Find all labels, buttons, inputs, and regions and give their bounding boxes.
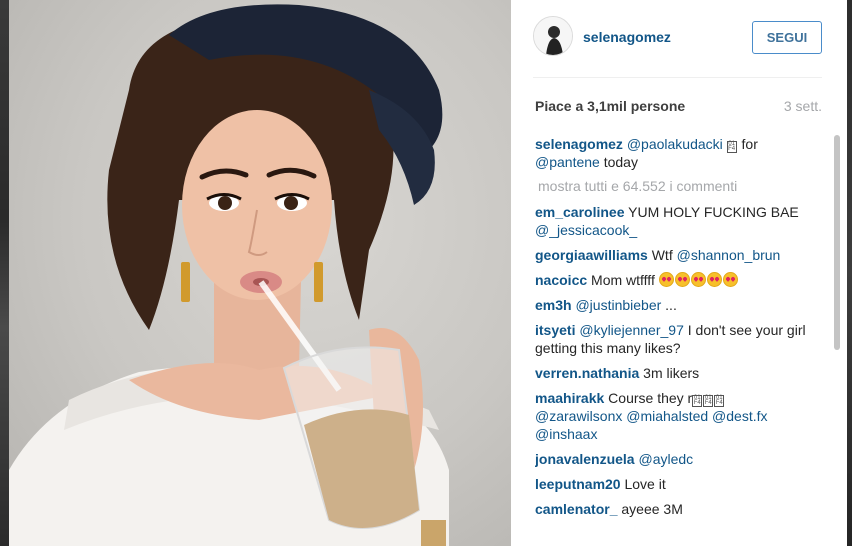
heart-eyes-emoji-icon (674, 272, 690, 287)
comment-username[interactable]: verren.nathania (535, 365, 639, 381)
comment-text: 3m likers (643, 365, 700, 381)
comment-text: Mom wtffff (591, 272, 655, 288)
comment-item: em3h @justinbieber ... (535, 296, 825, 314)
comment-item: georgiaawilliams Wtf @shannon_brun (535, 246, 825, 264)
likes-count[interactable]: Piace a 3,1mil persone (535, 98, 685, 114)
comment-username[interactable]: nacoicc (535, 272, 587, 288)
comment-text: today (603, 154, 638, 170)
avatar-image (534, 17, 572, 55)
comment-username[interactable]: leeputnam20 (535, 476, 621, 492)
comment-username[interactable]: em3h (535, 297, 572, 313)
comment-username[interactable]: jonavalenzuela (535, 451, 635, 467)
comment-username[interactable]: selenagomez (535, 136, 623, 152)
comments-scrollbar[interactable] (832, 130, 841, 546)
comment-text: Wtf (651, 247, 673, 263)
post-timestamp[interactable]: 3 sett. (784, 98, 822, 114)
comment-text: for (741, 136, 758, 152)
comment-mention[interactable]: @shannon_brun (677, 247, 781, 263)
comments-list: selenagomez @paolakudacki 01 F4 for @pant… (535, 135, 825, 546)
comment-item: nacoicc Mom wtffff (535, 271, 825, 289)
comment-mention[interactable]: @inshaax (535, 426, 597, 442)
comment-text: YUM HOLY FUCKING BAE (628, 204, 799, 220)
avatar[interactable] (533, 16, 573, 56)
photo-illustration (9, 4, 449, 546)
comment-text: Love it (624, 476, 666, 492)
comment-text: ... (665, 297, 677, 313)
comment-mention[interactable]: @paolakudacki (627, 136, 723, 152)
comment-mention[interactable]: @zarawilsonx @miahalsted @dest.fx (535, 408, 768, 424)
comment-mention[interactable]: @ayledc (638, 451, 693, 467)
caption: selenagomez @paolakudacki 01 F4 for @pant… (535, 135, 825, 171)
missing-glyph-icon: 01 F4 (726, 141, 737, 153)
comment-item: verren.nathania 3m likers (535, 364, 825, 382)
comment-item: em_carolinee YUM HOLY FUCKING BAE @_jess… (535, 203, 825, 239)
comment-item: camlenator_ ayeee 3M (535, 500, 825, 518)
comment-mention[interactable]: @_jessicacook_ (535, 222, 637, 238)
missing-glyph-icon: 01 F4 (703, 395, 714, 407)
comment-username[interactable]: maahirakk (535, 390, 604, 406)
comment-item: leeputnam20 Love it (535, 475, 825, 493)
comment-item: maahirakk Course they r 01 F401 F401 F4 @zar… (535, 389, 825, 443)
heart-eyes-emoji-icon (690, 272, 706, 287)
heart-eyes-emoji-icon (722, 272, 738, 287)
missing-glyph-icon: 01 F4 (692, 395, 703, 407)
post-photo (9, 0, 511, 546)
comment-username[interactable]: itsyeti (535, 322, 575, 338)
heart-eyes-emoji-icon (706, 272, 722, 287)
comment-item: jonavalenzuela @ayledc (535, 450, 825, 468)
comment-username[interactable]: camlenator_ (535, 501, 617, 517)
comment-text: ayeee 3M (621, 501, 683, 517)
comment-text: Course they r (608, 390, 693, 406)
follow-button[interactable]: SEGUI (752, 21, 822, 54)
comment-item: itsyeti @kyliejenner_97 I don't see your… (535, 321, 825, 357)
scrollbar-thumb[interactable] (834, 135, 840, 350)
comment-username[interactable]: em_carolinee (535, 204, 625, 220)
comment-username[interactable]: georgiaawilliams (535, 247, 648, 263)
background-strip-right (847, 0, 852, 546)
background-strip-left (0, 0, 9, 546)
username-link[interactable]: selenagomez (583, 29, 671, 45)
comment-mention[interactable]: @pantene (535, 154, 600, 170)
heart-eyes-emoji-icon (658, 272, 674, 287)
comment-mention[interactable]: @justinbieber (575, 297, 661, 313)
comment-mention[interactable]: @kyliejenner_97 (579, 322, 684, 338)
post-header: selenagomez SEGUI (511, 0, 847, 77)
header-divider (533, 77, 822, 78)
missing-glyph-icon: 01 F4 (714, 395, 725, 407)
show-all-comments-link[interactable]: mostra tutti e 64.552 i commenti (538, 177, 825, 195)
post-detail-panel: selenagomez SEGUI Piace a 3,1mil persone… (511, 0, 847, 546)
